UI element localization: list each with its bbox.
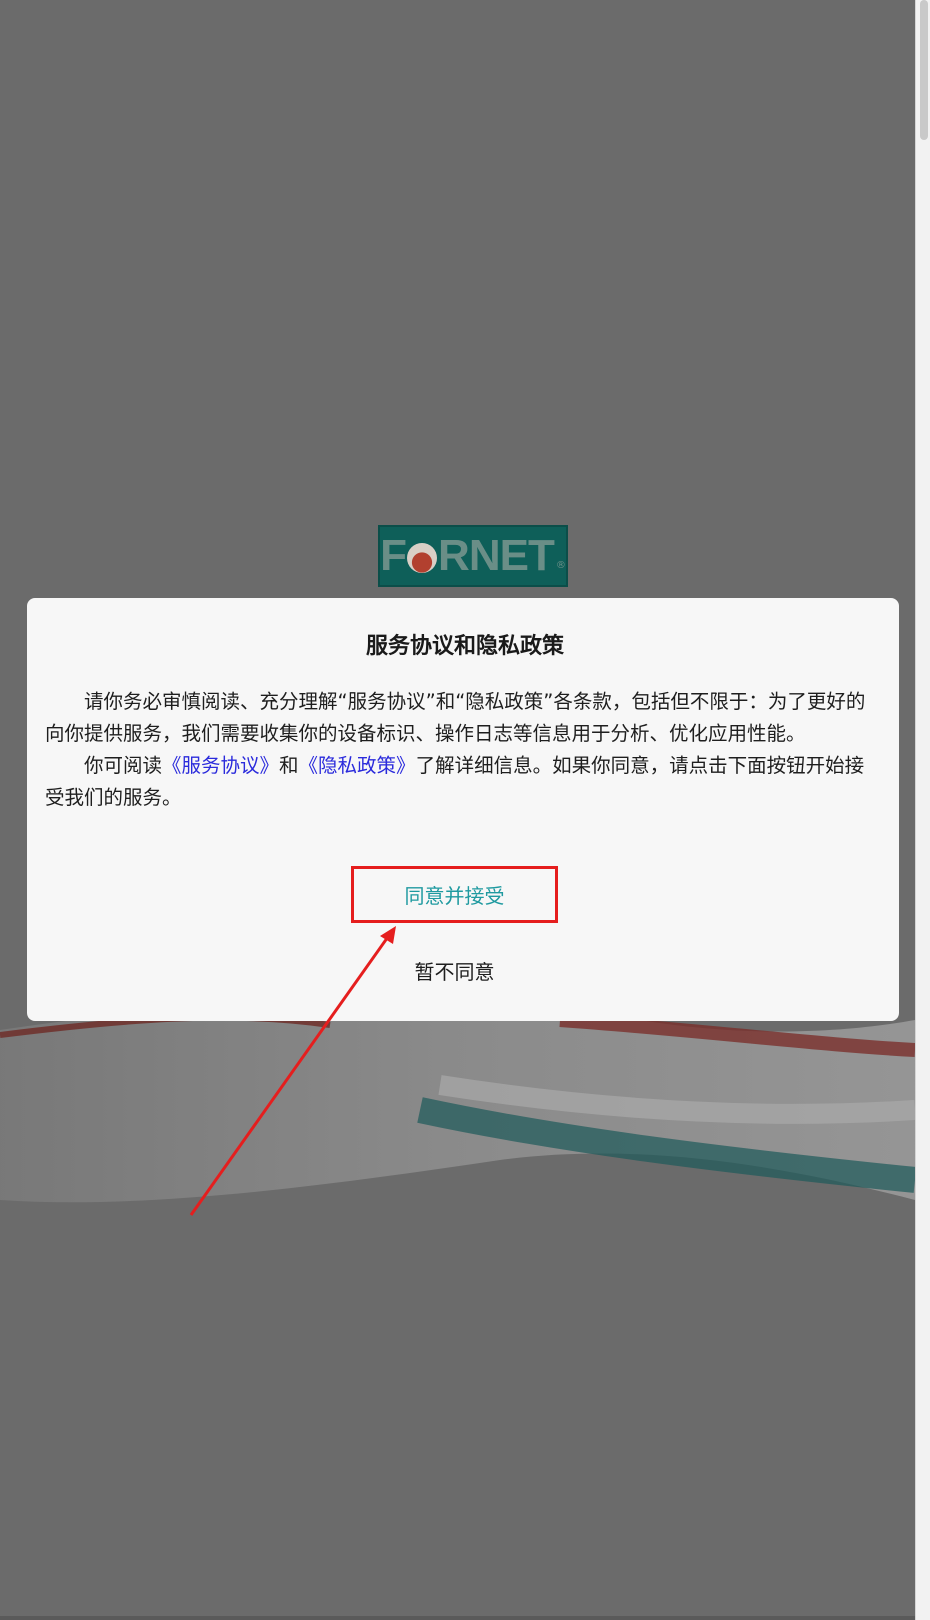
links-paragraph-prefix: 你可阅读 xyxy=(84,754,163,777)
links-paragraph-and: 和 xyxy=(279,754,299,777)
decline-button[interactable]: 暂不同意 xyxy=(351,948,558,992)
background-swoosh xyxy=(0,1001,915,1203)
logo-registered-mark: ® xyxy=(555,560,566,571)
links-paragraph: 你可阅读《服务协议》和《隐私政策》了解详细信息。如果你同意，请点击下面按钮开始接… xyxy=(45,750,875,814)
dialog-body: 请你务必审慎阅读、充分理解“服务协议”和“隐私政策”各条款，包括但不限于：为了更… xyxy=(45,686,875,814)
scrollbar-thumb[interactable] xyxy=(920,0,928,140)
logo-text: F RNET xyxy=(380,531,555,581)
logo-text-rnet: RNET xyxy=(438,531,555,580)
privacy-policy-link[interactable]: 《隐私政策》 xyxy=(299,754,416,777)
logo-text-f: F xyxy=(380,531,407,580)
vertical-scrollbar[interactable] xyxy=(915,0,930,1620)
accept-button[interactable]: 同意并接受 xyxy=(351,866,558,923)
fornet-logo: F RNET ® xyxy=(378,525,568,587)
decline-button-label: 暂不同意 xyxy=(414,959,495,984)
accept-button-label: 同意并接受 xyxy=(404,884,505,908)
service-agreement-link[interactable]: 《服务协议》 xyxy=(162,754,279,777)
bottom-edge xyxy=(0,1616,915,1620)
agreement-paragraph: 请你务必审慎阅读、充分理解“服务协议”和“隐私政策”各条款，包括但不限于：为了更… xyxy=(45,690,866,745)
dialog-title: 服务协议和隐私政策 xyxy=(365,634,564,659)
logo-o-emblem-icon xyxy=(407,543,438,574)
